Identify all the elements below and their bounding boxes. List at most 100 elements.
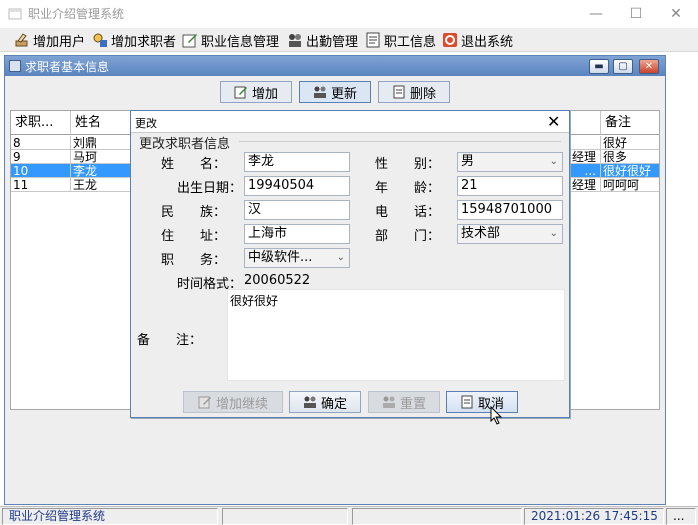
time-format-value: 20060522 [244,273,311,288]
edit-icon [182,32,198,48]
status-app-name: 职业介绍管理系统 [2,508,218,525]
edit-icon [234,85,248,99]
cell-id: 10 [11,164,71,178]
position-value: 中级软件... [248,250,313,265]
ethnic-label: 民 族： [161,205,227,220]
attendance-icon [287,32,303,48]
column-header-id[interactable]: 求职... [11,111,71,135]
cell-name: 王龙 [71,178,131,192]
minimize-button[interactable]: — [574,0,618,28]
add-jobseeker-icon [92,32,108,48]
add-continue-label: 增加继续 [215,396,268,412]
confirm-button[interactable]: 确定 [289,391,361,413]
chevron-down-icon: ⌄ [336,252,345,263]
update-button[interactable]: 更新 [299,81,371,103]
update-label: 更新 [330,86,357,102]
dept-label: 部 门： [375,229,441,244]
window-title: 职业介绍管理系统 [28,7,125,21]
maximize-button[interactable]: ☐ [614,0,658,28]
menu-add-user[interactable]: 增加用户 [14,30,85,50]
inner-maximize-button[interactable]: ▢ [613,59,633,74]
dialog-title: 更改 [135,117,157,130]
document-icon [460,395,474,409]
menu-label: 职业信息管理 [201,34,280,50]
phone-field[interactable]: 15948701000 [457,200,563,220]
menu-label: 增加求职者 [111,34,177,50]
remark-textarea[interactable]: 很好很好 [227,289,565,381]
cell-note: 很好 [601,136,659,150]
name-label: 姓 名： [161,157,227,172]
menu-label: 职工信息 [384,34,437,50]
dialog-title-bar: 更改 ✕ [131,111,569,133]
status-bar: 职业介绍管理系统 2021:01:26 17:45:15 ... [0,506,698,525]
menu-attendance[interactable]: 出勤管理 [287,30,358,50]
cell-name: 刘鼎 [71,136,131,150]
position-label: 职 务： [161,253,227,268]
inner-window-title-bar: 求职者基本信息 ▬ ▢ ✕ [5,56,665,76]
status-more: ... [666,508,696,525]
delete-button[interactable]: 删除 [378,81,450,103]
dept-select[interactable]: 技术部 ⌄ [457,224,563,244]
column-header-note[interactable]: 备注 [601,111,659,135]
menu-label: 增加用户 [33,34,86,50]
menu-add-jobseeker[interactable]: 增加求职者 [92,30,176,50]
column-header-name[interactable]: 姓名 [71,111,131,135]
gender-label: 性 别： [375,157,441,172]
cancel-button[interactable]: 取消 [446,391,518,413]
position-select[interactable]: 中级软件... ⌄ [244,248,350,268]
reset-label: 重置 [399,396,426,412]
people-icon [382,395,396,409]
delete-label: 删除 [409,86,436,102]
menu-label: 出勤管理 [306,34,359,50]
status-empty-2 [352,508,522,525]
group-divider [239,141,561,142]
status-datetime: 2021:01:26 17:45:15 [524,508,664,525]
birth-field[interactable]: 19940504 [244,176,350,196]
people-icon [303,395,317,409]
age-label: 年 龄： [375,181,441,196]
people-icon [313,85,327,99]
update-dialog: 更改 ✕ 更改求职者信息 姓 名： 李龙 出生日期： 19940504 民 族：… [130,110,570,418]
phone-label: 电 话： [375,205,441,220]
cell-note: 很好很好 [601,164,659,178]
cell-id: 8 [11,136,71,150]
inner-minimize-button[interactable]: ▬ [589,59,609,74]
menu-exit[interactable]: 退出系统 [442,30,513,50]
window-icon [9,60,21,72]
window-title-bar: 职业介绍管理系统 — ☐ ✕ [0,0,698,28]
confirm-label: 确定 [320,396,347,412]
exit-icon [442,32,458,48]
cell-note: 很多 [601,150,659,164]
gender-value: 男 [461,154,475,169]
age-field[interactable]: 21 [457,176,563,196]
dept-value: 技术部 [461,226,501,241]
add-label: 增加 [251,86,278,102]
staff-info-icon [365,32,381,48]
inner-window-title: 求职者基本信息 [25,60,110,74]
birth-label: 出生日期： [177,181,243,196]
cell-note: 呵呵呵 [601,178,659,192]
address-field[interactable]: 上海市 [244,224,350,244]
cell-name: 马珂 [71,150,131,164]
chevron-down-icon: ⌄ [549,228,558,239]
status-empty-1 [222,508,348,525]
name-field[interactable]: 李龙 [244,152,350,172]
remark-label: 备 注： [137,333,203,348]
add-button[interactable]: 增加 [220,81,292,103]
add-user-icon [14,32,30,48]
add-continue-button[interactable]: 增加继续 [183,391,283,413]
chevron-down-icon: ⌄ [549,156,558,167]
close-button[interactable]: ✕ [654,0,698,28]
cell-id: 9 [11,150,71,164]
edit-icon [198,395,212,409]
menu-staff-info[interactable]: 职工信息 [365,30,436,50]
menu-job-info[interactable]: 职业信息管理 [182,30,279,50]
dialog-close-button[interactable]: ✕ [547,112,560,131]
gender-select[interactable]: 男 ⌄ [457,152,563,172]
reset-button[interactable]: 重置 [368,391,440,413]
address-label: 住 址： [161,229,227,244]
document-icon [392,85,406,99]
menu-bar: 增加用户 增加求职者 职业信息管理 出勤管理 职工信息 退出系统 [0,28,698,52]
ethnic-field[interactable]: 汉 [244,200,350,220]
inner-close-button[interactable]: ✕ [639,59,659,74]
